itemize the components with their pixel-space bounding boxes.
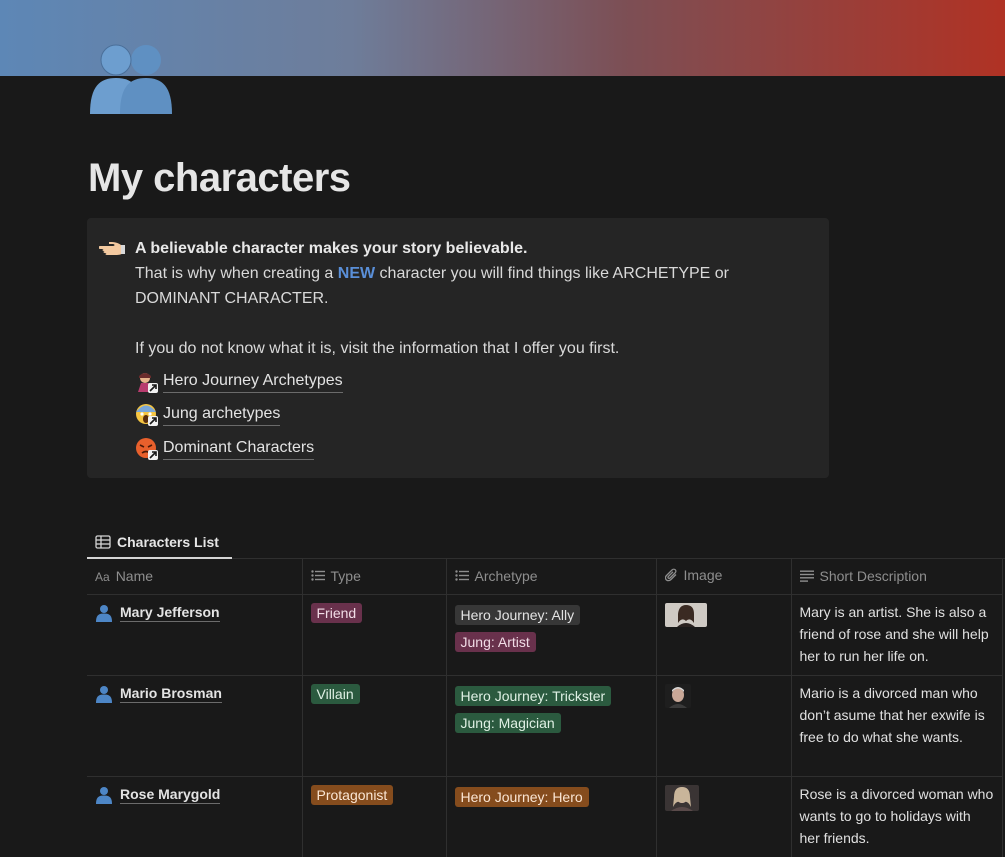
archetype-tag: Hero Journey: Trickster	[454, 685, 612, 706]
character-name[interactable]: Mary Jefferson	[120, 604, 220, 622]
column-header-type[interactable]: Type	[302, 559, 447, 595]
character-name[interactable]: Mario Brosman	[120, 685, 222, 703]
archetype-tag: Jung: Artist	[454, 631, 536, 652]
link-label[interactable]: Hero Journey Archetypes	[163, 371, 343, 393]
person-icon	[96, 786, 112, 804]
pointing-hand-icon	[99, 242, 125, 255]
superhero-icon	[138, 372, 158, 393]
table-header-row: Aa Name Type Archetype Image Short Descri…	[87, 559, 1003, 595]
name-cell[interactable]: Mary Jefferson	[87, 594, 303, 676]
text-lines-icon	[799, 570, 814, 585]
archetype-cell[interactable]: Hero Journey: Ally Jung: Artist	[446, 594, 657, 676]
paperclip-icon	[664, 568, 678, 585]
description-cell[interactable]: Mary is an artist. She is also a friend …	[791, 594, 1003, 676]
type-cell[interactable]: Villain	[302, 675, 447, 777]
page-title: My characters	[88, 156, 351, 200]
column-header-name[interactable]: Aa Name	[87, 559, 303, 595]
type-tag: Villain	[310, 683, 360, 704]
angry-face-icon	[136, 437, 158, 460]
column-header-image[interactable]: Image	[656, 559, 792, 595]
type-cell[interactable]: Friend	[302, 594, 447, 676]
database-view-tabs: Characters List	[87, 526, 1005, 559]
image-cell[interactable]	[656, 675, 792, 777]
column-label: Archetype	[474, 568, 538, 585]
archetype-tag: Hero Journey: Hero	[454, 786, 589, 807]
image-cell[interactable]	[656, 594, 792, 676]
text-property-icon: Aa	[95, 570, 110, 585]
tab-characters-list[interactable]: Characters List	[87, 526, 232, 559]
column-label: Short Description	[819, 567, 927, 584]
archetype-cell[interactable]: Hero Journey: Hero	[446, 776, 657, 857]
type-tag: Friend	[310, 602, 363, 623]
callout-new-highlight: NEW	[337, 265, 376, 282]
link-label[interactable]: Dominant Characters	[163, 438, 315, 460]
table-row[interactable]: Mary Jefferson Friend Hero Journey: Ally…	[87, 594, 1003, 676]
description-cell[interactable]: Mario is a divorced man who don’t asume …	[791, 675, 1003, 777]
person-icon	[96, 685, 112, 703]
description-cell[interactable]: Rose is a divorced woman who wants to go…	[791, 776, 1003, 857]
callout-text: That is why when creating a NEW characte…	[135, 261, 805, 311]
name-cell[interactable]: Rose Marygold	[87, 776, 303, 857]
character-image-thumbnail[interactable]	[664, 602, 707, 627]
callout-block: A believable character makes your story …	[87, 218, 829, 478]
type-tag: Protagonist	[310, 784, 394, 805]
table-icon	[95, 534, 111, 549]
column-label: Image	[683, 567, 723, 584]
column-header-short-description[interactable]: Short Description	[791, 559, 1003, 595]
callout-instruction: If you do not know what it is, visit the…	[135, 340, 620, 357]
character-name[interactable]: Rose Marygold	[120, 786, 221, 804]
list-icon	[454, 570, 469, 584]
callout-headline: A believable character makes your story …	[135, 240, 528, 257]
list-icon	[310, 570, 325, 584]
callout-text-before: That is why when creating a	[135, 265, 338, 282]
archetype-cell[interactable]: Hero Journey: Trickster Jung: Magician	[446, 675, 657, 777]
archetype-tag: Hero Journey: Ally	[454, 604, 581, 625]
link-dominant-characters[interactable]: Dominant Characters	[135, 432, 805, 466]
person-icon	[96, 604, 112, 622]
busts-in-silhouette-icon[interactable]	[88, 42, 174, 116]
link-jung-archetypes[interactable]: Jung archetypes	[135, 399, 805, 433]
column-label: Name	[115, 568, 154, 585]
archetype-tag: Jung: Magician	[454, 712, 561, 733]
name-cell[interactable]: Mario Brosman	[87, 675, 303, 777]
link-hero-journey-archetypes[interactable]: Hero Journey Archetypes	[135, 365, 805, 399]
column-header-archetype[interactable]: Archetype	[446, 559, 657, 595]
character-image-thumbnail[interactable]	[664, 784, 699, 811]
column-label: Type	[330, 568, 361, 585]
screaming-face-icon	[136, 404, 158, 427]
characters-table: Aa Name Type Archetype Image Short Descri…	[87, 559, 1003, 857]
image-cell[interactable]	[656, 776, 792, 857]
table-row[interactable]: Mario Brosman Villain Hero Journey: Tric…	[87, 675, 1003, 777]
tab-label[interactable]: Characters List	[117, 534, 219, 550]
table-row[interactable]: Rose Marygold Protagonist Hero Journey: …	[87, 776, 1003, 857]
character-image-thumbnail[interactable]	[664, 683, 691, 708]
type-cell[interactable]: Protagonist	[302, 776, 447, 857]
link-label[interactable]: Jung archetypes	[163, 404, 281, 427]
